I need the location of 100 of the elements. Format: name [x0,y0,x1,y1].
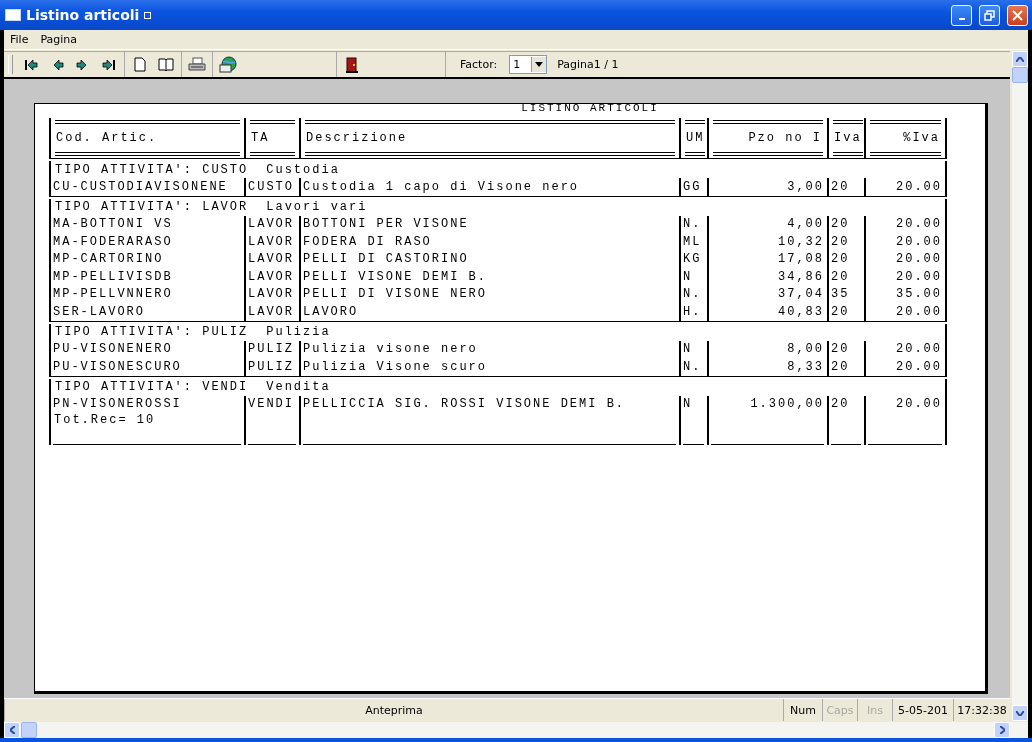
group-code: TIPO ATTIVITA': LAVOR [55,200,249,214]
table-cell: N. [683,217,702,232]
table-cell: LAVOR [248,269,294,284]
vertical-scrollbar[interactable] [1012,51,1028,721]
table-cell: 20.00 [896,234,942,249]
group-code: TIPO ATTIVITA': CUSTO [55,162,249,177]
table-cell: MA-FODERARASO [53,234,173,249]
table-cell: 20.00 [896,179,942,194]
status-indicator: Ins [857,699,892,721]
table-cell: PULIZ [248,342,294,357]
table-cell: PELLI DI VISONE NERO [303,287,488,302]
table-cell: LAVOR [248,217,294,232]
globe-mail-icon[interactable] [217,54,239,75]
scroll-down-icon[interactable] [1016,710,1024,716]
restore-icon [984,9,995,21]
table-cell: CU-CUSTODIAVISONENE [53,179,228,194]
table-cell: 40,83 [778,304,824,319]
table-cell: Pulizia visone nero [303,342,478,357]
table-cell: 20 [831,252,850,267]
group-name: Pulizia [266,325,331,339]
factor-label: Factor: [460,58,498,71]
table-cell: N [683,397,693,412]
status-time: 17:32:38 [953,699,1010,721]
table-cell: 35.00 [896,287,942,302]
menu-item[interactable]: Pagina [40,33,78,46]
table-cell: SER-LAVORO [53,304,145,319]
column-header: UM [685,120,706,156]
table-cell: MP-PELLIVISDB [53,269,173,284]
table-cell: Custodia 1 capo di Visone nero [303,179,580,194]
column-header: %Iva [870,120,941,156]
report-title: LISTINO ARTICOLI [521,103,659,114]
table-cell: 20 [831,179,850,194]
table-cell: PN-VISONEROSSI [53,397,182,412]
table-cell: 20 [831,397,850,412]
table-cell: 3,00 [787,179,824,194]
table-cell: 20 [831,304,850,319]
table-cell: H. [683,304,702,319]
table-cell: MA-BOTTONI VS [53,217,173,232]
table-cell: GG [683,179,702,194]
record-total: Tot.Rec= 10 [54,413,156,427]
table-cell: 20.00 [896,397,942,412]
close-button[interactable] [1007,4,1028,26]
table-cell: FODERA DI RASO [303,234,432,249]
scroll-thumb[interactable] [21,722,37,738]
table-cell: 35 [831,287,850,302]
table-cell: BOTTONI PER VISONE [303,217,469,232]
window-title: Listino articoli [26,7,140,23]
table-cell: N [683,342,693,357]
column-header: Iva [833,120,863,156]
table-cell: 20 [831,269,850,284]
scroll-thumb[interactable] [1012,67,1028,83]
table-cell: 20.00 [896,269,942,284]
table-cell: LAVOR [248,304,294,319]
table-cell: 20 [831,342,850,357]
table-cell: 20 [831,234,850,249]
table-cell: 34,86 [778,269,824,284]
menu-item[interactable]: File [10,33,29,46]
scroll-right-icon[interactable] [999,726,1005,734]
table-cell: PELLI VISONE DEMI B. [303,269,488,284]
table-cell: MP-CARTORINO [53,252,164,267]
column-header: Descrizione [305,120,675,156]
table-cell: 17,08 [778,252,824,267]
factor-dropdown[interactable]: 1 [509,55,548,74]
restore-button[interactable] [979,4,1000,26]
table-cell: CUSTO [248,179,294,194]
table-cell: LAVOR [248,287,294,302]
horizontal-scrollbar[interactable] [4,722,1028,738]
group-name: Lavori vari [266,200,368,214]
table-cell: 8,00 [787,342,824,357]
window-marker-icon [144,11,152,19]
table-cell: LAVORO [303,304,359,319]
table-cell: 20.00 [896,252,942,267]
table-cell: 20.00 [896,359,942,374]
table-cell: LAVOR [248,252,294,267]
table-cell: VENDI [248,397,294,412]
table-cell: 1.300,00 [750,397,824,412]
group-name: Vendita [266,380,331,394]
table-cell: PU-VISONESCURO [53,359,182,374]
table-cell: N [683,269,693,284]
scroll-up-icon[interactable] [1016,56,1024,62]
scroll-left-icon[interactable] [9,726,15,734]
table-cell: PULIZ [248,359,294,374]
minimize-icon [958,18,965,20]
close-icon [1012,9,1023,21]
table-cell: 8,33 [787,359,824,374]
table-cell: 20.00 [896,304,942,319]
table-cell: N. [683,359,702,374]
minimize-button[interactable] [951,4,972,26]
table-cell: PELLICCIA SIG. ROSSI VISONE DEMI B. [303,397,626,412]
status-message: Anteprima [4,699,783,721]
group-name: Custodia [266,162,340,177]
table-cell: 10,32 [778,234,824,249]
table-cell: N. [683,287,702,302]
group-code: TIPO ATTIVITA': VENDI [55,380,249,394]
page-counter: Pagina1 / 1 [557,58,619,71]
column-header: TA [250,120,295,156]
table-cell: LAVOR [248,234,294,249]
table-cell: PELLI DI CASTORINO [303,252,469,267]
table-cell: PU-VISONENERO [53,342,173,357]
table-cell: 20 [831,217,850,232]
